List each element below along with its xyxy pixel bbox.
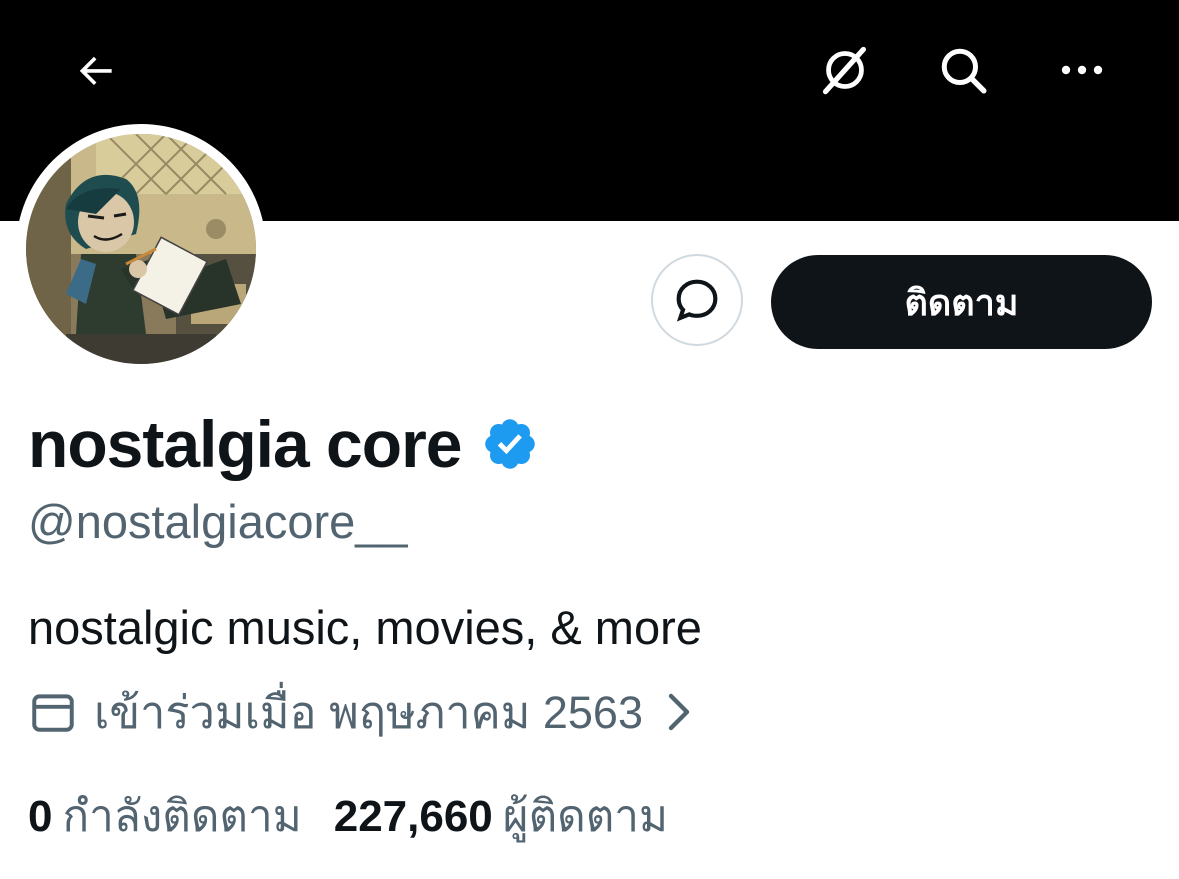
chevron-right-icon	[667, 692, 691, 732]
search-icon	[941, 48, 987, 94]
message-button[interactable]	[651, 254, 743, 346]
profile-page: ติดตาม nostalgia core @nostalgiacore__ n…	[0, 0, 1179, 879]
arrow-left-icon	[79, 56, 112, 86]
calendar-icon	[28, 687, 78, 737]
followers-stat[interactable]: 227,660 ผู้ติดตาม	[334, 781, 668, 851]
avatar-image	[26, 134, 256, 364]
verified-badge-icon	[485, 419, 536, 469]
followers-label: ผู้ติดตาม	[502, 792, 668, 841]
following-label: กำลังติดตาม	[62, 792, 302, 841]
handle: @nostalgiacore__	[28, 495, 408, 548]
display-name: nostalgia core	[28, 407, 462, 481]
more-icon	[1061, 65, 1103, 75]
follow-stats: 0 กำลังติดตาม 227,660 ผู้ติดตาม	[28, 788, 700, 844]
message-bubble-icon	[676, 279, 718, 322]
avatar-frame	[16, 124, 266, 374]
follow-button[interactable]: ติดตาม	[771, 255, 1152, 349]
more-button[interactable]	[1040, 28, 1124, 112]
following-stat[interactable]: 0 กำลังติดตาม	[28, 781, 302, 851]
search-button[interactable]	[921, 28, 1005, 112]
verified-badge[interactable]	[481, 415, 539, 473]
followers-count: 227,660	[333, 792, 493, 841]
back-button[interactable]	[55, 28, 139, 112]
joined-date-row[interactable]: เข้าร่วมเมื่อ พฤษภาคม 2563	[28, 684, 691, 740]
following-count: 0	[28, 792, 53, 841]
bio: nostalgic music, movies, & more	[28, 601, 702, 654]
joined-date: เข้าร่วมเมื่อ พฤษภาคม 2563	[94, 687, 643, 738]
display-name-row: nostalgia core	[28, 404, 539, 484]
avatar[interactable]	[26, 134, 256, 364]
grok-icon	[822, 46, 867, 95]
grok-button[interactable]	[803, 28, 887, 112]
